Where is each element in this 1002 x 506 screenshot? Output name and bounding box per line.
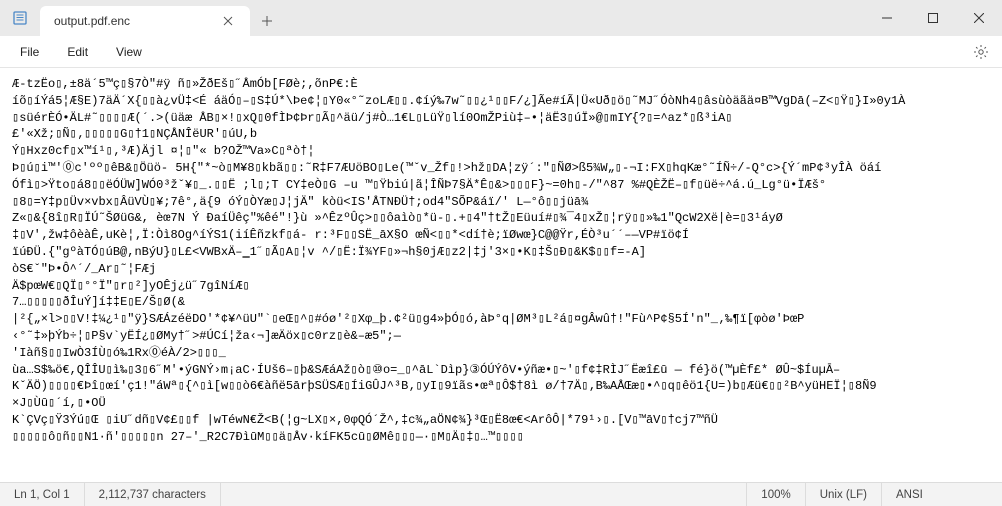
editor-line: ïúÐÜ.{"gºàTÓ▯úB@,nBýU}▯L£<VWBxÄ–‗1˝▯Ã▯A▯… — [12, 244, 990, 261]
editor-line: Þ▯ú▯i™'⓪c'ºº▯êB&▯Öüö- 5H{"*~ò▯M¥8▯kbã▯▯:… — [12, 160, 990, 177]
app-icon — [0, 0, 40, 36]
status-encoding[interactable]: ANSI — [882, 483, 1002, 506]
editor-line: òS€ˇ"Þ•Ô^´/_Ar▯˜¦FÆj — [12, 261, 990, 278]
editor-line: £'«Xž;▯Ñ▯‚▯▯▯▯▯G▯†1▯NÇÅNÎëUR'▯úU,b — [12, 126, 990, 143]
settings-button[interactable] — [966, 39, 996, 65]
editor-line: K`ÇVç▯Ϋ3Ýú▯Œ ▯iU˝dñ▯V¢£▯▯f |wTéwN€Ž<B(¦g… — [12, 412, 990, 429]
menu-edit[interactable]: Edit — [53, 41, 102, 63]
tab-title: output.pdf.enc — [54, 14, 216, 28]
tab-active[interactable]: output.pdf.enc — [40, 6, 250, 36]
editor-line: ▯▯▯▯▯ô▯ñ▯▯N1·ñ'▯▯▯▯▯n 27–'_R2C7ÐìūM▯▯ä▯Å… — [12, 429, 990, 446]
editor-line: 7…▯▯▯▯▯ðÎuÝ]í‡‡E▯E/Š▯Ø(& — [12, 294, 990, 311]
new-tab-button[interactable] — [250, 6, 284, 36]
editor-line: ▯süérÈÓ•ÄL#˜▯▯▯▯Æ(´.>(üäæ ÅB▯×!▯xQ▯0fÌÞ¢… — [12, 110, 990, 127]
editor-line: Æ-tzËo▯,±8ä´5™ç▯§7Ò"#ÿ ñ▯»ŽðEš▯˝ÅmÓb[FØè… — [12, 76, 990, 93]
status-eol[interactable]: Unix (LF) — [806, 483, 882, 506]
editor-area[interactable]: Æ-tzËo▯,±8ä´5™ç▯§7Ò"#ÿ ñ▯»ŽðEš▯˝ÅmÓb[FØè… — [0, 68, 1002, 482]
status-bar: Ln 1, Col 1 2,112,737 characters 100% Un… — [0, 482, 1002, 506]
editor-line: |²{„×l>▯▯V!‡¼¿¹▯"ÿ}SÆÁzéëDO'*¢¥^üU"`▯eŒ▯… — [12, 311, 990, 328]
editor-line: 'Iàñ§▯▯IwÒ3ÍÙ▯ó‰1Rx⓪éÀ/2>▯▯▯_ — [12, 345, 990, 362]
menu-view[interactable]: View — [102, 41, 156, 63]
editor-line: ùa…S$‰ö€,QÎÎU▯ì‰▯3▯6˝M'•ýGNÝ›m¡aC·ÍUš6–▯… — [12, 362, 990, 379]
editor-line: Ä$pœW€▯QÏ▯°°Ï″▯r▯²]yOÊj¿ü˝7gîNíÆ▯ — [12, 278, 990, 295]
editor-line: íõ▯íÝá5¦Æ§E)7äÄ´X{▯▯à¿vÜ‡<É áäÓ▯–▯S‡Ú*\Þ… — [12, 93, 990, 110]
editor-line: ‹°˜‡»þÝb÷¦▯P§v`yËÍ¿▯ØMy†˝>#ÚCí¦ža‹¬]æÄöx… — [12, 328, 990, 345]
editor-line: Z«▯&{8î▯R▯ÏÚ˜ŠØüG&, èœ7N Ý ÐaíÜêç"%êé"!}… — [12, 210, 990, 227]
editor-line: ‡▯V'‚žw‡ôèàÊ,uKè¦‚Ï:Òì8Og^íÝS1(iíÊñzkf▯á… — [12, 227, 990, 244]
maximize-button[interactable] — [910, 0, 956, 36]
status-chars[interactable]: 2,112,737 characters — [85, 483, 221, 506]
editor-line: ×J▯Ùū▯´í,▯•OÜ — [12, 395, 990, 412]
tab-close-icon[interactable] — [216, 9, 240, 33]
minimize-button[interactable] — [864, 0, 910, 36]
editor-line: Ý▯Hxz0cf▯x™í¹▯‚³Æ)Äjl ¤¦▯"« b?OŽ™Va»C▯ªò… — [12, 143, 990, 160]
status-zoom[interactable]: 100% — [747, 483, 805, 506]
editor-line: ▯8▯=Y‡p▯Üv×vbx▯ÂüVÙ▯¥;7ê°,ä{9 óÝ▯ÒΥæ▯J¦j… — [12, 194, 990, 211]
editor-line: Ófì▯>Ÿto▯á8▯▯ëÓÜW]WÓ0³žˇ¥▯_.▯▯Ë ;l▯;T CY… — [12, 177, 990, 194]
status-position[interactable]: Ln 1, Col 1 — [0, 483, 85, 506]
editor-line: KˇÄÖ)▯▯▯▯€Þî▯œí'ç1!"áWª▯{^▯ì[w▯▯ò6€àñë5ā… — [12, 378, 990, 395]
close-button[interactable] — [956, 0, 1002, 36]
menu-file[interactable]: File — [6, 41, 53, 63]
